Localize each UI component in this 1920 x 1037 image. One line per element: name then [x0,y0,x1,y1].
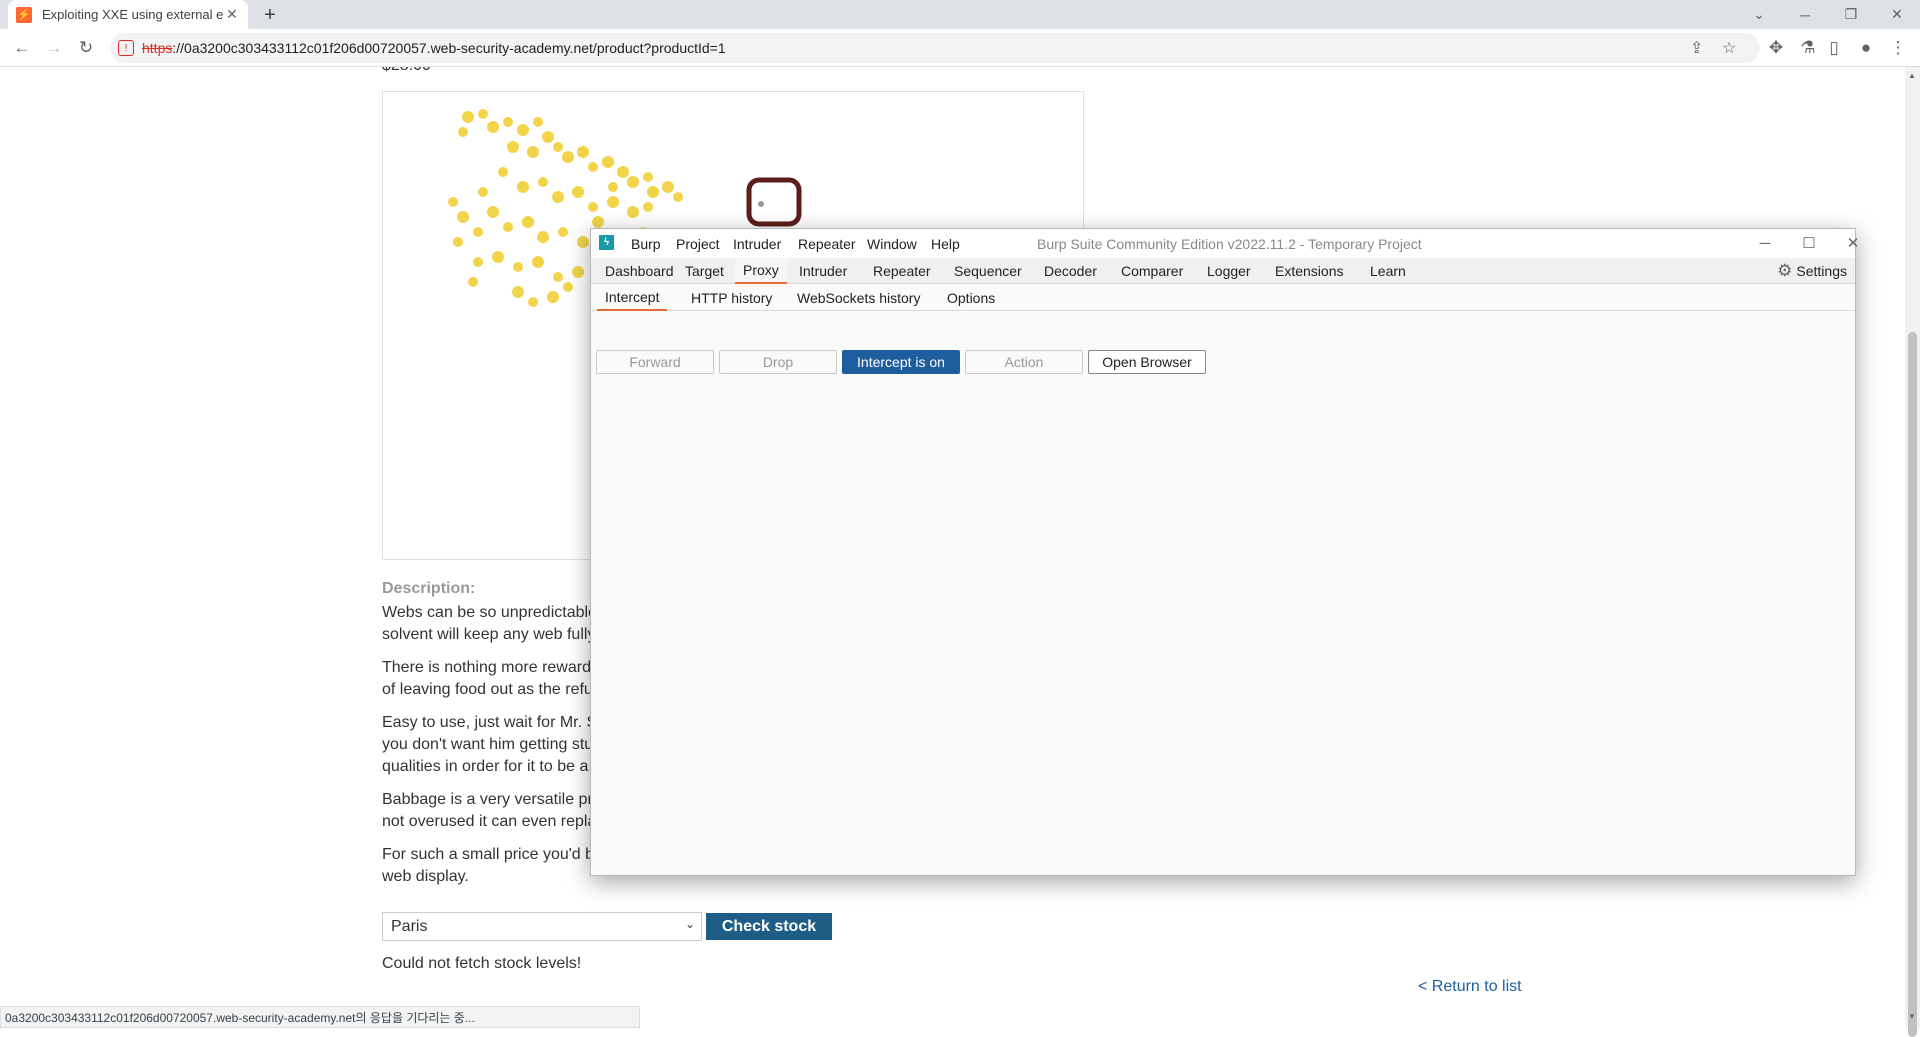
tab-repeater[interactable]: Repeater [865,258,939,284]
reload-icon[interactable]: ↻ [72,35,100,61]
new-tab-button[interactable]: + [258,3,282,27]
tab-decoder[interactable]: Decoder [1036,258,1105,284]
burp-title-bar: ϟ Burp Project Intruder Repeater Window … [591,229,1859,258]
menu-burp[interactable]: Burp [631,236,661,252]
burp-suite-window: ϟ Burp Project Intruder Repeater Window … [590,228,1859,876]
open-browser-button[interactable]: Open Browser [1088,350,1206,374]
tab-target[interactable]: Target [677,258,732,284]
url-text: ://0a3200c303433112c01f206d00720057.web-… [172,40,726,56]
browser-toolbar: ← → ↻ ! https ://0a3200c303433112c01f206… [0,29,1920,67]
check-stock-button[interactable]: Check stock [706,913,832,940]
minimize-window-button[interactable]: ─ [1782,0,1828,29]
tab-search-icon[interactable]: ⌄ [1736,0,1782,29]
burp-logo-icon: ϟ [599,235,614,250]
burp-maximize-button[interactable]: ☐ [1789,232,1829,254]
close-tab-icon[interactable]: ✕ [224,6,240,23]
tab-proxy[interactable]: Proxy [735,258,787,284]
back-arrow-icon[interactable]: ← [8,35,36,61]
menu-help[interactable]: Help [931,236,960,252]
menu-intruder[interactable]: Intruder [733,236,781,252]
lab-flask-icon[interactable]: ⚗ [1794,35,1822,61]
tab-comparer[interactable]: Comparer [1113,258,1191,284]
browser-menu-icon[interactable]: ⋮ [1884,35,1912,61]
product-price: $28.00 [382,67,431,75]
chevron-down-icon: ⌄ [684,917,695,931]
close-window-button[interactable]: ✕ [1874,0,1920,29]
tab-title: Exploiting XXE using external en [42,7,224,22]
extensions-puzzle-icon[interactable]: ✥ [1762,35,1790,61]
url-scheme: https [142,40,173,56]
settings-label: Settings [1796,263,1847,279]
return-to-list-link[interactable]: < Return to list [1418,978,1522,996]
description-heading: Description: [382,580,476,597]
subtab-options[interactable]: Options [939,284,1003,311]
burp-main-tabs: Dashboard Target Proxy Intruder Repeater… [591,258,1855,284]
browser-tab[interactable]: ⚡ Exploiting XXE using external en ✕ [8,0,248,29]
menu-window[interactable]: Window [867,236,917,252]
tab-intruder[interactable]: Intruder [791,258,855,284]
intercept-toggle-button[interactable]: Intercept is on [842,350,960,374]
proxy-subtabs: Intercept HTTP history WebSockets histor… [591,284,1855,311]
drop-button[interactable]: Drop [719,350,837,374]
tab-logger[interactable]: Logger [1199,258,1259,284]
subtab-websockets-history[interactable]: WebSockets history [789,284,928,311]
stock-error-message: Could not fetch stock levels! [382,955,582,972]
not-secure-icon[interactable]: ! [118,40,134,56]
share-icon[interactable]: ⇪ [1690,38,1703,58]
subtab-http-history[interactable]: HTTP history [683,284,780,311]
scroll-up-icon[interactable]: ▲ [1908,71,1916,80]
tab-dashboard[interactable]: Dashboard [597,258,682,284]
address-bar[interactable]: ! https ://0a3200c303433112c01f206d00720… [110,33,1760,63]
tab-extensions[interactable]: Extensions [1267,258,1351,284]
scrollbar-thumb[interactable] [1908,332,1917,1037]
scroll-down-icon[interactable]: ▼ [1908,1012,1916,1021]
settings-button[interactable]: ⚙ Settings [1777,260,1847,282]
academy-favicon-icon: ⚡ [16,6,32,23]
tab-sequencer[interactable]: Sequencer [946,258,1030,284]
subtab-intercept[interactable]: Intercept [597,284,668,311]
menu-project[interactable]: Project [676,236,720,252]
side-panel-icon[interactable]: ▯ [1820,35,1848,61]
forward-button[interactable]: Forward [596,350,714,374]
browser-tab-bar: ⚡ Exploiting XXE using external en ✕ + ⌄… [0,0,1920,29]
browser-status-bar: 0a3200c303433112c01f206d00720057.web-sec… [0,1006,640,1028]
burp-window-title: Burp Suite Community Edition v2022.11.2 … [1037,236,1422,252]
action-button[interactable]: Action [965,350,1083,374]
store-select[interactable]: Paris ⌄ [382,912,702,941]
gear-icon: ⚙ [1777,261,1793,280]
menu-repeater[interactable]: Repeater [798,236,856,252]
restore-window-button[interactable]: ❐ [1828,0,1874,29]
page-scrollbar[interactable]: ▲ ▼ [1905,67,1920,1037]
store-select-value: Paris [391,917,428,935]
burp-close-button[interactable]: ✕ [1833,232,1873,254]
forward-arrow-icon[interactable]: → [40,35,68,61]
burp-minimize-button[interactable]: ─ [1745,232,1785,254]
profile-avatar-icon[interactable]: ● [1852,35,1880,61]
tab-learn[interactable]: Learn [1362,258,1414,284]
bookmark-star-icon[interactable]: ☆ [1722,38,1736,58]
